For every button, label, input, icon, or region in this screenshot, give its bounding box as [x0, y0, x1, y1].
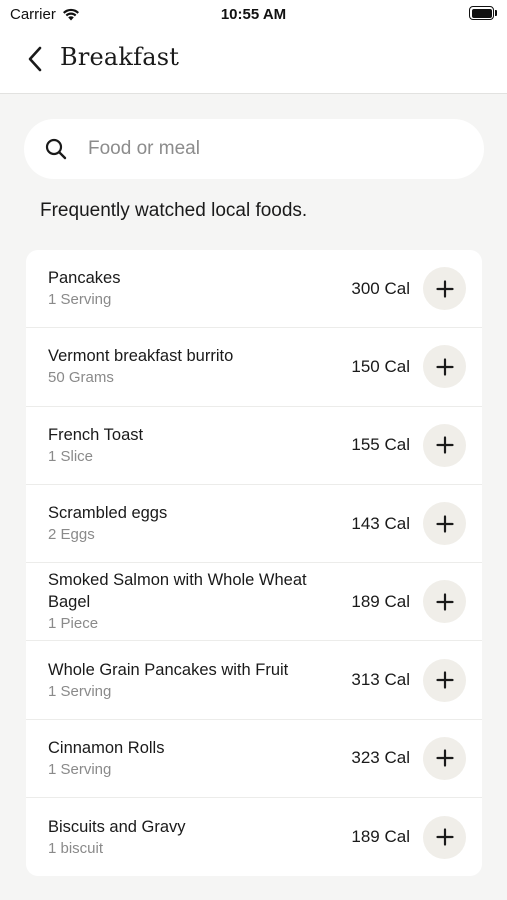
food-text: Whole Grain Pancakes with Fruit 1 Serving: [48, 641, 318, 718]
food-text: French Toast 1 Slice: [48, 407, 318, 484]
add-food-button[interactable]: [423, 658, 466, 702]
plus-icon: [435, 749, 454, 768]
food-name: Pancakes: [48, 269, 121, 288]
food-name: Scrambled eggs: [48, 504, 168, 523]
food-name: Smoked Salmon with Whole Wheat Bagel: [48, 571, 307, 612]
navigation-bar: Breakfast: [0, 28, 507, 94]
food-name: Cinnamon Rolls: [48, 738, 165, 757]
food-calories: 189 Cal: [351, 591, 410, 611]
food-calories: 150 Cal: [351, 356, 410, 376]
food-name: Vermont breakfast burrito: [48, 347, 234, 366]
food-portion: 1 biscuit: [48, 839, 104, 857]
food-text: Biscuits and Gravy 1 biscuit: [48, 798, 318, 876]
food-text: Pancakes 1 Serving: [48, 250, 318, 327]
food-item[interactable]: French Toast 1 Slice 155 Cal: [26, 407, 482, 485]
plus-icon: [435, 280, 454, 298]
food-item[interactable]: Whole Grain Pancakes with Fruit 1 Serving…: [26, 641, 482, 720]
search-bar[interactable]: [24, 119, 484, 179]
food-item[interactable]: Vermont breakfast burrito 50 Grams 150 Cal: [26, 328, 482, 407]
food-portion: 1 Serving: [48, 291, 112, 309]
food-calories: 323 Cal: [351, 748, 410, 768]
add-food-button[interactable]: [423, 502, 466, 546]
food-item[interactable]: Smoked Salmon with Whole Wheat Bagel 1 Pi…: [26, 563, 482, 642]
food-portion: 1 Serving: [48, 682, 112, 700]
page-title: Breakfast: [60, 43, 180, 71]
add-food-button[interactable]: [423, 345, 466, 389]
food-text: Cinnamon Rolls 1 Serving: [48, 720, 318, 797]
add-food-button[interactable]: [423, 267, 466, 311]
status-time: 10:55 AM: [220, 6, 287, 23]
food-portion: 50 Grams: [48, 369, 114, 387]
add-food-button[interactable]: [423, 423, 466, 467]
food-portion: 1 Piece: [48, 615, 99, 633]
food-calories: 189 Cal: [351, 827, 410, 847]
plus-icon: [435, 593, 454, 611]
add-food-button[interactable]: [423, 736, 466, 780]
food-name: French Toast: [48, 425, 144, 444]
plus-icon: [435, 828, 454, 846]
food-text: Scrambled eggs 2 Eggs: [48, 485, 318, 562]
plus-icon: [435, 671, 454, 689]
food-portion: 1 Serving: [48, 760, 112, 778]
food-text: Smoked Salmon with Whole Wheat Bagel 1 Pi…: [48, 563, 318, 640]
chevron-left-icon: [28, 46, 42, 72]
search-icon: [45, 138, 67, 160]
food-calories: 300 Cal: [351, 278, 410, 298]
battery-icon: [469, 6, 497, 20]
section-title: Frequently watched local foods.: [40, 200, 308, 221]
food-portion: 1 Slice: [48, 447, 94, 465]
food-calories: 155 Cal: [351, 435, 410, 455]
add-food-button[interactable]: [423, 580, 466, 624]
food-calories: 313 Cal: [351, 670, 410, 690]
plus-icon: [435, 514, 454, 533]
status-bar: Carrier 10:55 AM: [0, 0, 507, 28]
food-item[interactable]: Biscuits and Gravy 1 biscuit 189 Cal: [26, 798, 482, 876]
food-name: Biscuits and Gravy: [48, 817, 186, 836]
search-input[interactable]: [88, 119, 468, 179]
food-item[interactable]: Scrambled eggs 2 Eggs 143 Cal: [26, 485, 482, 564]
food-calories: 143 Cal: [351, 513, 410, 533]
back-button[interactable]: [20, 44, 50, 74]
food-portion: 2 Eggs: [48, 526, 95, 544]
food-item[interactable]: Pancakes 1 Serving 300 Cal: [26, 250, 482, 329]
plus-icon: [435, 358, 454, 376]
plus-icon: [435, 436, 454, 454]
food-list: Pancakes 1 Serving 300 Cal Vermont breakfas…: [26, 250, 482, 877]
food-item[interactable]: Cinnamon Rolls 1 Serving 323 Cal: [26, 720, 482, 799]
food-name: Whole Grain Pancakes with Fruit: [48, 660, 289, 679]
food-text: Vermont breakfast burrito 50 Grams: [48, 328, 318, 405]
add-food-button[interactable]: [423, 815, 466, 859]
